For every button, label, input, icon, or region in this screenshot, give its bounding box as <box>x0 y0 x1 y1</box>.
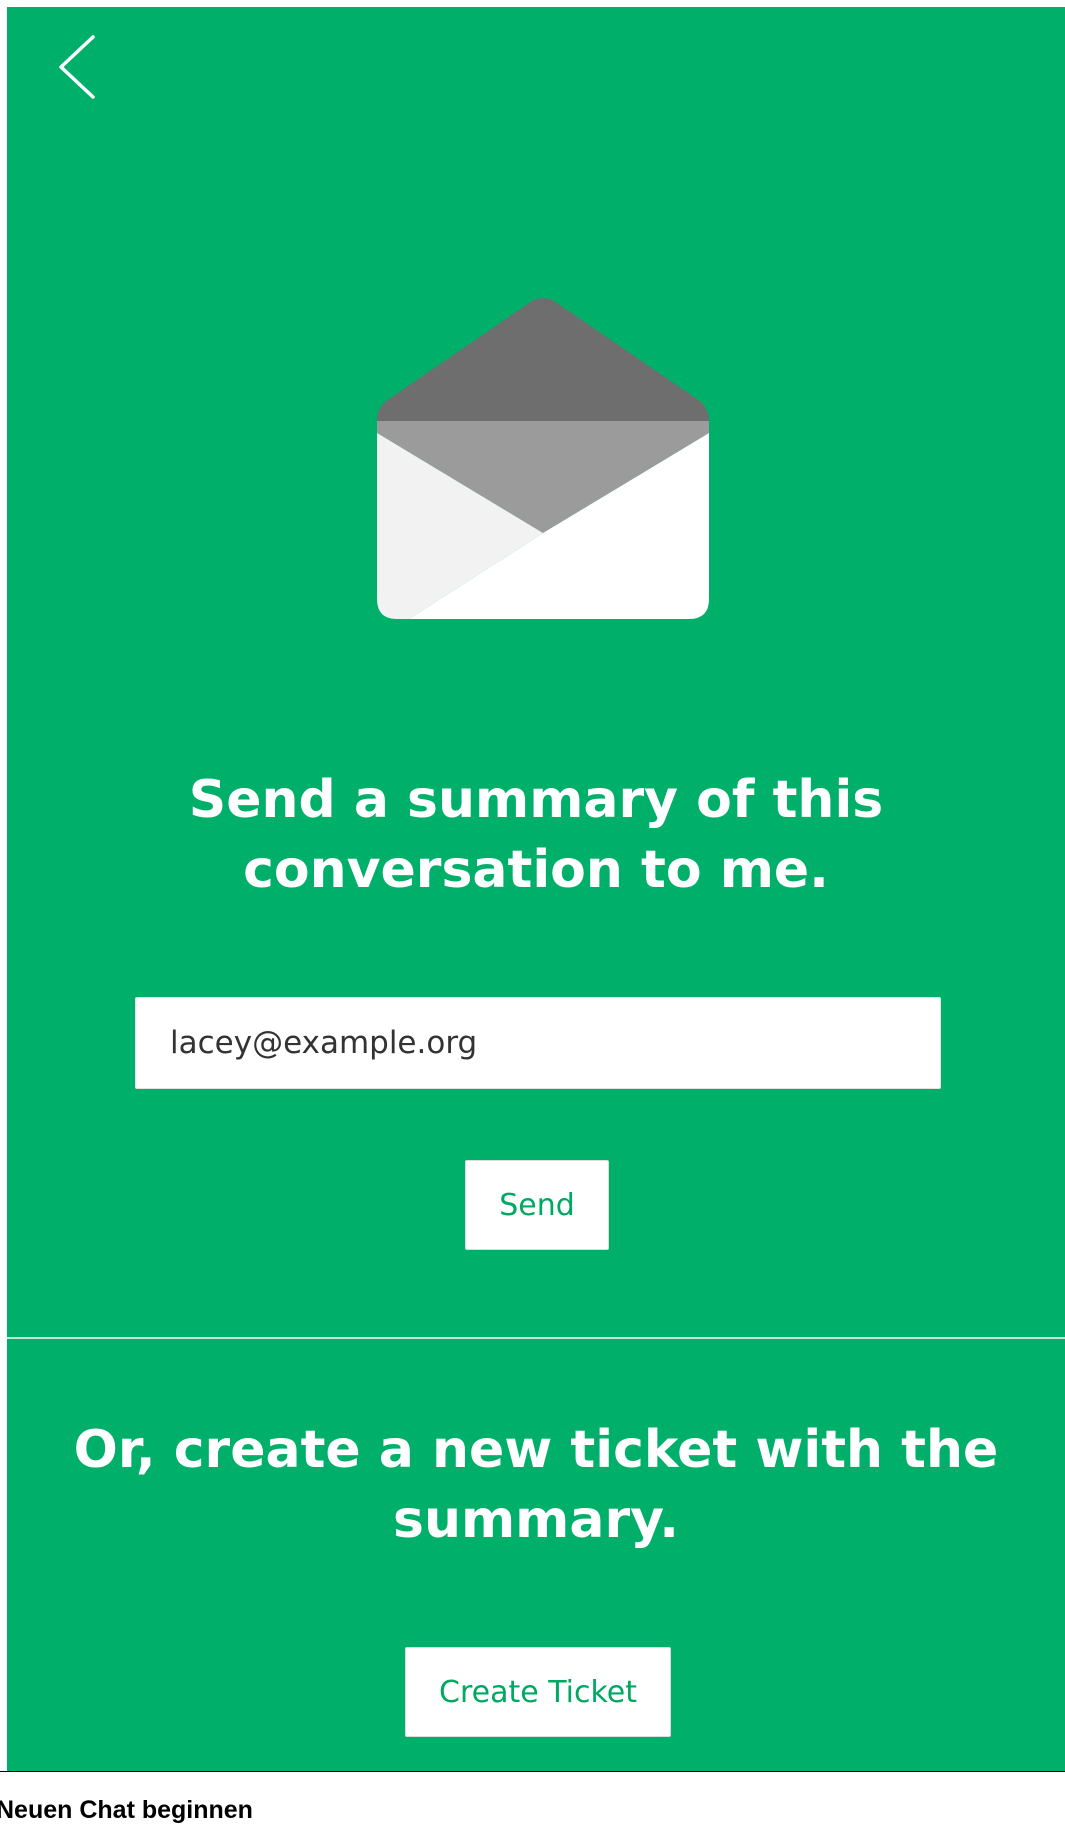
new-chat-link[interactable]: Neuen Chat beginnen <box>0 1796 253 1825</box>
create-ticket-button[interactable]: Create Ticket <box>405 1647 671 1737</box>
footer-divider <box>0 1771 1065 1772</box>
email-summary-heading-line1: Send a summary of this <box>188 770 884 830</box>
email-summary-heading-line2: conversation to me. <box>243 840 829 900</box>
ticket-heading: Or, create a new ticket with the summary… <box>7 1415 1065 1555</box>
section-divider <box>7 1337 1065 1339</box>
ticket-heading-line2: summary. <box>393 1490 679 1550</box>
open-envelope-icon <box>377 298 709 619</box>
email-input[interactable] <box>135 997 941 1089</box>
email-summary-heading: Send a summary of this conversation to m… <box>7 765 1065 905</box>
chat-panel: Send a summary of this conversation to m… <box>7 7 1065 1771</box>
send-button[interactable]: Send <box>465 1160 609 1250</box>
chevron-left-icon <box>59 35 95 99</box>
back-button[interactable] <box>55 33 103 101</box>
ticket-heading-line1: Or, create a new ticket with the <box>73 1420 999 1480</box>
